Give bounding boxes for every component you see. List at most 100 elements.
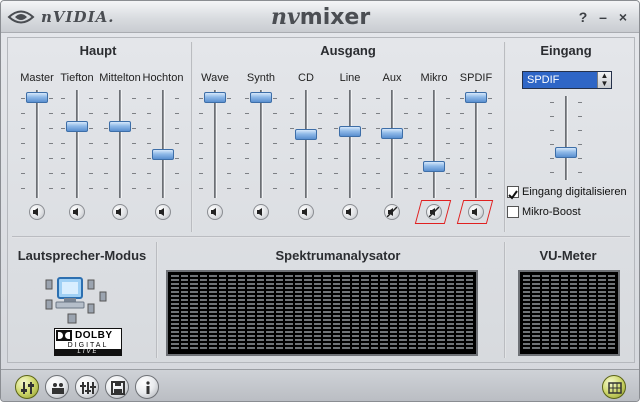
eq-glyph-icon bbox=[80, 382, 96, 394]
equalizer-icon[interactable] bbox=[75, 375, 99, 399]
slider-thumb[interactable] bbox=[26, 91, 48, 103]
close-button[interactable]: × bbox=[615, 9, 631, 25]
brand-name: nVIDIA. bbox=[41, 8, 115, 26]
app-title-nv: nv bbox=[271, 4, 300, 30]
slider-tick bbox=[550, 130, 554, 131]
slider-tick bbox=[334, 128, 338, 129]
slider-thumb[interactable] bbox=[204, 91, 226, 103]
slider-tick bbox=[89, 173, 93, 174]
slider-tick bbox=[245, 128, 249, 129]
slider-thumb[interactable] bbox=[381, 127, 403, 139]
mixer-icon[interactable] bbox=[15, 375, 39, 399]
meter-bar bbox=[532, 275, 540, 351]
slider-track[interactable] bbox=[260, 90, 263, 198]
meter-bar bbox=[351, 275, 359, 351]
vu-meter-title: VU-Meter bbox=[539, 248, 597, 263]
speaker-setup-icon[interactable] bbox=[45, 375, 69, 399]
slider-tick bbox=[290, 158, 294, 159]
slider-tick bbox=[318, 188, 322, 189]
minimize-button[interactable]: – bbox=[595, 9, 611, 25]
slider-track[interactable] bbox=[119, 90, 122, 198]
mic-boost-checkbox[interactable] bbox=[507, 206, 519, 218]
slider-track[interactable] bbox=[214, 90, 217, 198]
slider-track[interactable] bbox=[349, 90, 352, 198]
vu-meter-display bbox=[518, 270, 620, 356]
slider-tick bbox=[488, 128, 492, 129]
slider-tick bbox=[61, 98, 65, 99]
slider-thumb[interactable] bbox=[295, 128, 317, 140]
speaker-icon[interactable] bbox=[207, 204, 223, 220]
meter-bar bbox=[598, 275, 606, 351]
slider-thumb[interactable] bbox=[250, 91, 272, 103]
slider-track[interactable] bbox=[76, 90, 79, 198]
slider-thumb[interactable] bbox=[66, 121, 88, 133]
slider-tick bbox=[334, 173, 338, 174]
meter-bar bbox=[256, 275, 264, 351]
slider-tick bbox=[446, 188, 450, 189]
slider-thumb[interactable] bbox=[152, 149, 174, 161]
digitize-checkbox[interactable] bbox=[507, 186, 519, 200]
slider-thumb[interactable] bbox=[465, 91, 487, 103]
slider-tick bbox=[175, 188, 179, 189]
slider-tick bbox=[61, 158, 65, 159]
meter-bar bbox=[209, 275, 217, 351]
slider-tick bbox=[376, 143, 380, 144]
title-bar[interactable]: nVIDIA. nvmixer ? – × bbox=[1, 1, 639, 33]
slider-tick bbox=[488, 113, 492, 114]
nvidia-brand: nVIDIA. bbox=[7, 7, 114, 27]
speaker-icon[interactable] bbox=[69, 204, 85, 220]
slider-tick bbox=[49, 143, 53, 144]
slider-tick bbox=[488, 143, 492, 144]
slider-thumb[interactable] bbox=[109, 121, 131, 133]
keypad-icon[interactable] bbox=[602, 375, 626, 399]
slider-track[interactable] bbox=[36, 90, 39, 198]
slider-tick bbox=[404, 173, 408, 174]
info-icon[interactable] bbox=[135, 375, 159, 399]
speaker-icon[interactable] bbox=[155, 204, 171, 220]
slider-tick bbox=[578, 102, 582, 103]
help-button[interactable]: ? bbox=[575, 9, 591, 25]
input-source-select[interactable]: SPDIF ▲ ▼ bbox=[522, 71, 612, 89]
divider bbox=[504, 242, 506, 358]
slider-tick bbox=[245, 113, 249, 114]
muted-speaker-icon[interactable] bbox=[384, 204, 400, 220]
slider-track[interactable] bbox=[391, 90, 394, 198]
channel-label: Synth bbox=[246, 72, 276, 84]
slider-tick bbox=[376, 158, 380, 159]
slider-tick bbox=[175, 173, 179, 174]
slider-track[interactable] bbox=[162, 90, 165, 198]
slider-tick bbox=[227, 143, 231, 144]
speaker-icon[interactable] bbox=[112, 204, 128, 220]
slider-track[interactable] bbox=[305, 90, 308, 198]
info-glyph-icon bbox=[146, 381, 150, 394]
slider-track[interactable] bbox=[475, 90, 478, 198]
slider-track[interactable] bbox=[565, 96, 568, 180]
speaker-icon[interactable] bbox=[298, 204, 314, 220]
speaker-icon[interactable] bbox=[253, 204, 269, 220]
slider-thumb[interactable] bbox=[339, 125, 361, 137]
meter-bar bbox=[446, 275, 454, 351]
meter-bar bbox=[418, 275, 426, 351]
chevron-updown-icon[interactable]: ▲ ▼ bbox=[597, 72, 611, 88]
slider-tick bbox=[132, 188, 136, 189]
slider-tick bbox=[418, 173, 422, 174]
speaker-icon[interactable] bbox=[342, 204, 358, 220]
speaker-icon[interactable] bbox=[29, 204, 45, 220]
slider-tick bbox=[404, 98, 408, 99]
slider-tick bbox=[290, 98, 294, 99]
speaker-mode-icon[interactable] bbox=[42, 270, 122, 326]
slider-thumb[interactable] bbox=[555, 147, 577, 159]
slider-tick bbox=[334, 113, 338, 114]
meter-bar bbox=[465, 275, 473, 351]
slider-tick bbox=[290, 113, 294, 114]
slider-thumb[interactable] bbox=[423, 160, 445, 172]
slider-tick bbox=[404, 188, 408, 189]
slider-tick bbox=[273, 143, 277, 144]
dolby-word: DOLBY bbox=[75, 330, 113, 341]
presets-icon[interactable] bbox=[105, 375, 129, 399]
meter-bar bbox=[275, 275, 283, 351]
slider-track[interactable] bbox=[433, 90, 436, 198]
slider-tick bbox=[49, 158, 53, 159]
slider-tick bbox=[89, 98, 93, 99]
slider-tick bbox=[418, 158, 422, 159]
